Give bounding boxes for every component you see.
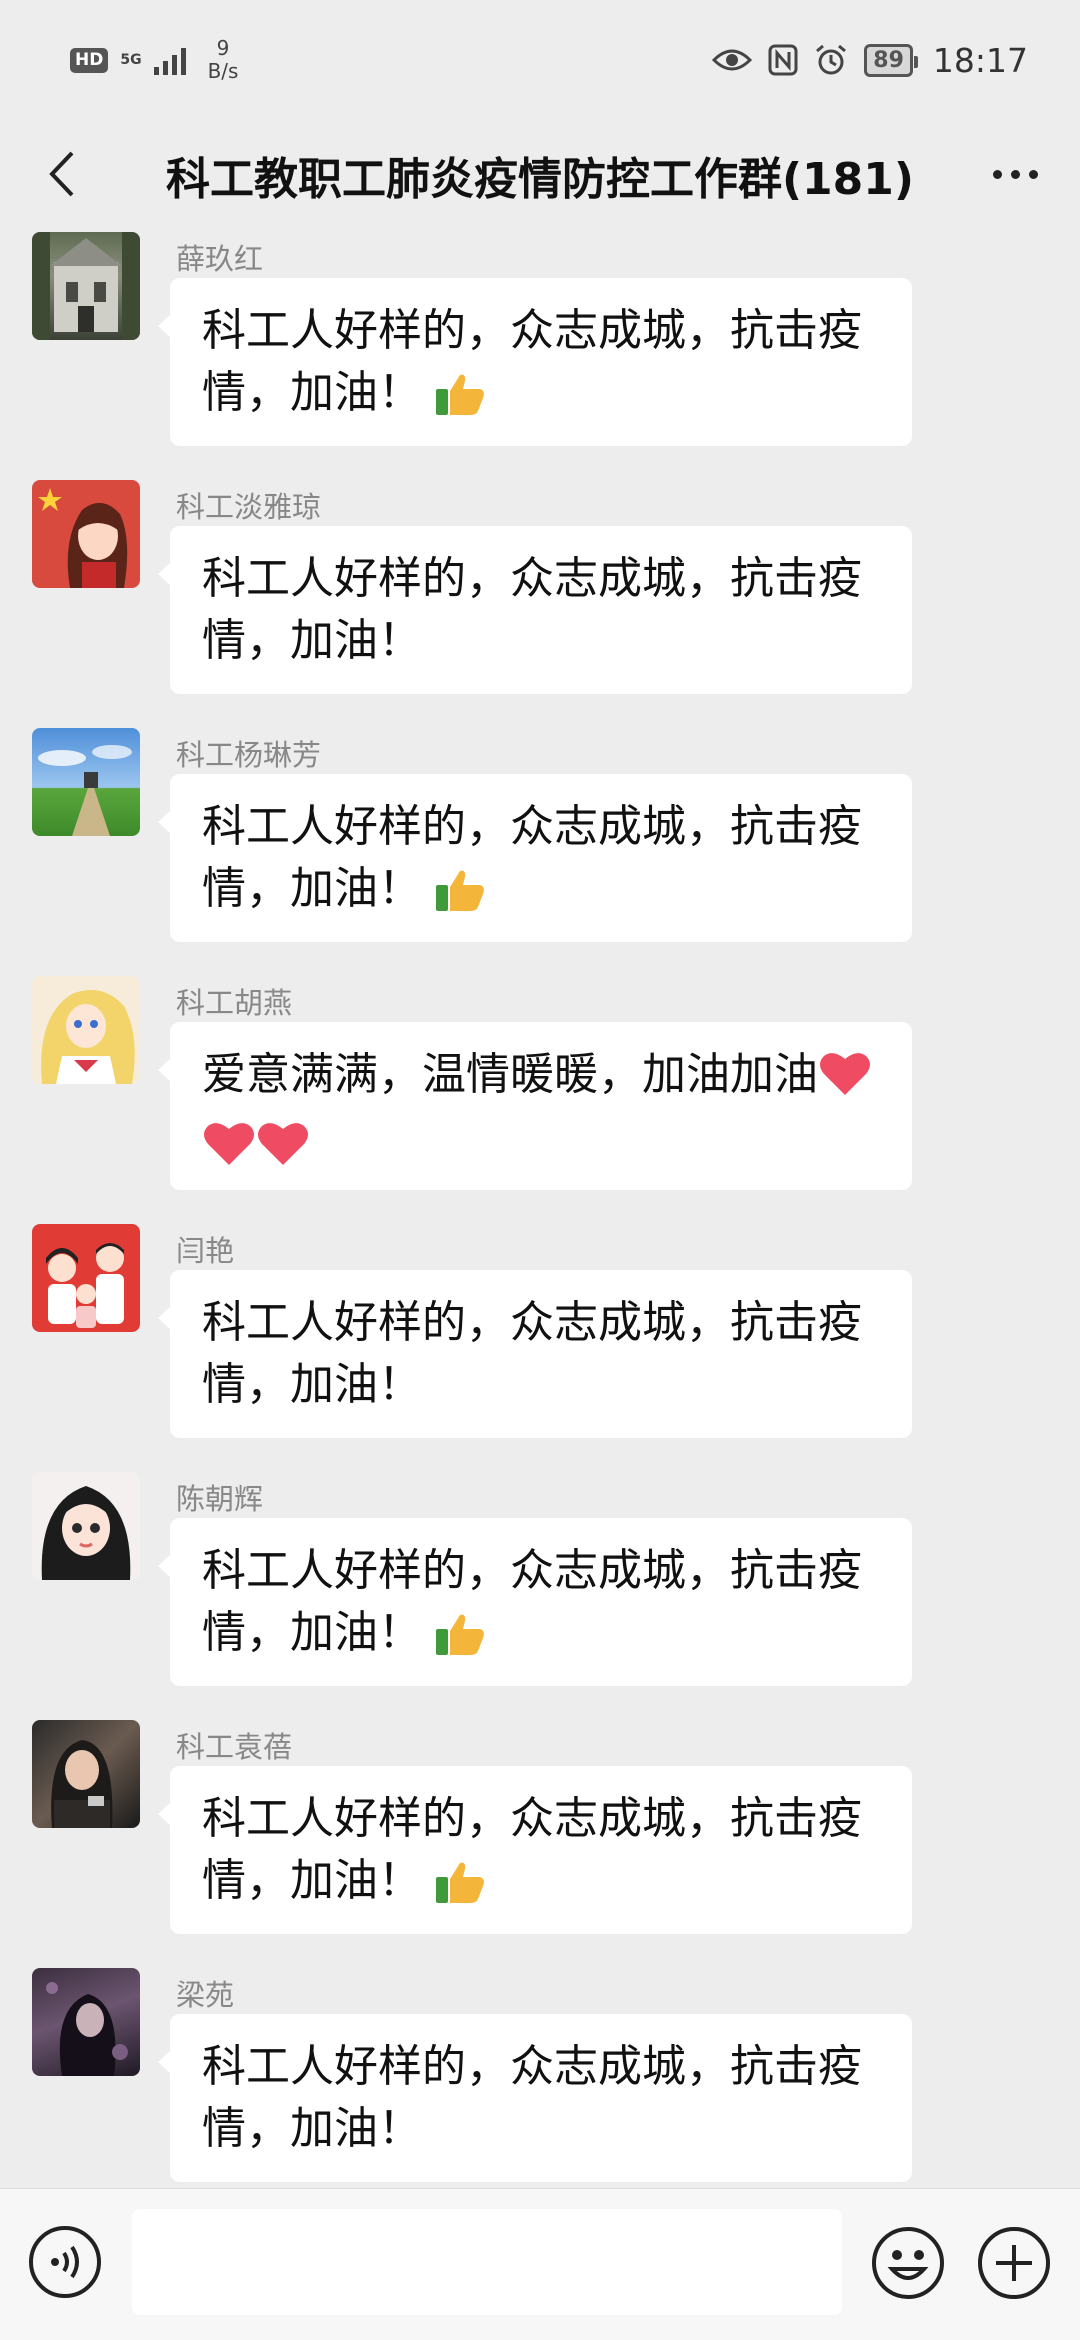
avatar[interactable] <box>32 1720 140 1828</box>
avatar[interactable] <box>32 1472 140 1580</box>
input-bar <box>0 2188 1080 2340</box>
heart-icon <box>256 1119 310 1184</box>
sender-name: 陈朝辉 <box>176 1482 264 1516</box>
signal-icon <box>153 45 186 75</box>
message-bubble[interactable]: 爱意满满，温情暖暖，加油加油 <box>158 1022 912 1190</box>
battery-indicator: 89 <box>864 43 918 77</box>
message-list[interactable]: 薛玖红 科工人好样的，众志成城，抗击疫情，加油！ 科工淡雅琼 科工人好样的，众志… <box>0 232 1080 2187</box>
chat-title: 科工教职工肺炎疫情防控工作群(181) <box>165 154 915 205</box>
thumbs-up-icon <box>434 1859 486 1922</box>
clock: 18:17 <box>932 40 1028 80</box>
sender-name: 闫艳 <box>176 1234 235 1268</box>
message-bubble[interactable]: 科工人好样的，众志成城，抗击疫情，加油！ <box>158 278 912 446</box>
voice-icon <box>29 2226 101 2298</box>
thumbs-up-icon <box>434 1611 486 1674</box>
thumbs-up-icon <box>434 371 486 434</box>
message-bubble[interactable]: 科工人好样的，众志成城，抗击疫情，加油！ <box>158 1518 912 1686</box>
message-bubble[interactable]: 科工人好样的，众志成城，抗击疫情，加油！ <box>158 526 912 694</box>
more-functions-button[interactable] <box>976 2225 1052 2301</box>
message-text: 科工人好样的，众志成城，抗击疫情，加油！ <box>202 801 862 914</box>
speed-value: 9 <box>216 36 230 60</box>
message-bubble[interactable]: 科工人好样的，众志成城，抗击疫情，加油！ <box>158 1766 912 1934</box>
network-indicator: 5G <box>120 53 141 67</box>
message-text: 科工人好样的，众志成城，抗击疫情，加油！ <box>202 305 862 418</box>
network-speed: 9 B/s <box>208 37 239 83</box>
sender-name: 科工淡雅琼 <box>176 490 322 524</box>
eye-icon <box>712 49 753 71</box>
more-options-button[interactable] <box>980 142 1050 206</box>
voice-button[interactable] <box>28 2225 102 2299</box>
message-text: 科工人好样的，众志成城，抗击疫情，加油！ <box>202 1297 862 1410</box>
message-text: 科工人好样的，众志成城，抗击疫情，加油！ <box>202 1545 862 1658</box>
speed-unit: B/s <box>207 59 239 83</box>
alarm-icon <box>816 44 847 75</box>
message-bubble[interactable]: 科工人好样的，众志成城，抗击疫情，加油！ <box>158 774 912 942</box>
emoji-icon <box>872 2227 944 2299</box>
back-button[interactable] <box>30 142 94 206</box>
avatar[interactable] <box>32 728 140 836</box>
sender-name: 科工杨琳芳 <box>176 738 322 772</box>
status-left: HD 5G 9 B/s <box>70 37 238 83</box>
sender-name: 科工胡燕 <box>176 986 293 1020</box>
message-bubble[interactable]: 科工人好样的，众志成城，抗击疫情，加油！ <box>158 1270 912 1438</box>
sender-name: 薛玖红 <box>176 242 264 276</box>
chat-header: 科工教职工肺炎疫情防控工作群(181) <box>0 120 1080 230</box>
back-chevron-icon <box>49 151 74 197</box>
message-input[interactable] <box>132 2209 842 2315</box>
message-text: 爱意满满，温情暖暖，加油加油 <box>202 1049 818 1100</box>
avatar[interactable] <box>32 480 140 588</box>
status-bar: HD 5G 9 B/s 89 18:17 <box>0 0 1080 120</box>
plus-icon <box>978 2227 1050 2299</box>
avatar[interactable] <box>32 232 140 340</box>
avatar[interactable] <box>32 1224 140 1332</box>
nfc-icon <box>768 44 798 76</box>
message-text: 科工人好样的，众志成城，抗击疫情，加油！ <box>202 553 862 666</box>
avatar[interactable] <box>32 976 140 1084</box>
heart-icon <box>202 1119 256 1184</box>
network-type: 5G <box>120 52 142 68</box>
message-bubble[interactable]: 科工人好样的，众志成城，抗击疫情，加油！ <box>158 2014 912 2182</box>
hd-badge: HD <box>70 47 109 73</box>
sender-name: 科工袁蓓 <box>176 1730 293 1764</box>
emoji-button[interactable] <box>870 2225 946 2301</box>
sender-name: 梁苑 <box>176 1978 235 2012</box>
message-text: 科工人好样的，众志成城，抗击疫情，加油！ <box>202 1793 862 1906</box>
status-right: 89 18:17 <box>712 41 1028 80</box>
thumbs-up-icon <box>434 867 486 930</box>
avatar[interactable] <box>32 1968 140 2076</box>
heart-icon <box>818 1049 872 1114</box>
message-text: 科工人好样的，众志成城，抗击疫情，加油！ <box>202 2041 862 2154</box>
more-dots-icon <box>992 169 1002 179</box>
